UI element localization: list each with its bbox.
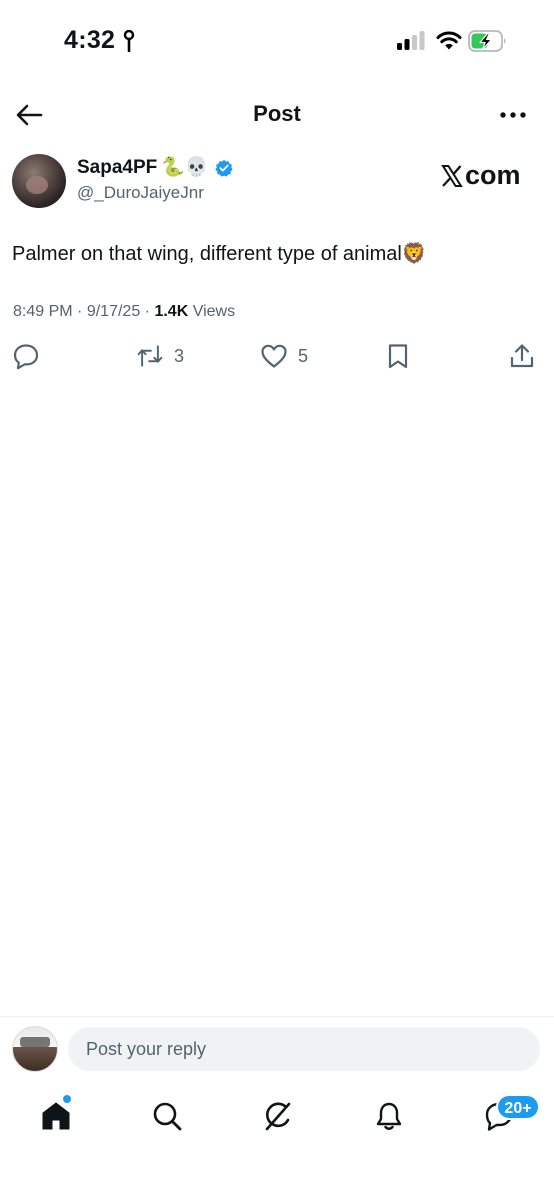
views-count: 1.4K: [154, 303, 189, 320]
repost-icon: [137, 345, 163, 367]
home-icon[interactable]: [40, 1100, 72, 1132]
grok-icon[interactable]: [262, 1100, 294, 1132]
author-name-row[interactable]: Sapa4PF 🐍💀: [77, 157, 233, 179]
my-avatar[interactable]: [12, 1026, 58, 1072]
avatar-photo-detail: [20, 1037, 50, 1047]
repost-count: 3: [174, 345, 185, 366]
search-icon[interactable]: [151, 1100, 183, 1132]
author-name-emojis: 🐍💀: [161, 157, 209, 178]
bookmark-button[interactable]: [384, 342, 422, 370]
avatar-photo-detail: [26, 176, 48, 194]
share-icon: [510, 344, 534, 368]
meta-separator: ·: [77, 303, 87, 320]
like-button[interactable]: 5: [260, 342, 308, 370]
wifi-icon: [436, 31, 462, 50]
status-time: 4:32: [64, 26, 116, 54]
composer-divider: [0, 1016, 554, 1017]
verified-badge-icon: [214, 159, 233, 177]
notifications-icon[interactable]: [373, 1100, 405, 1132]
battery-charging-icon: [468, 30, 506, 52]
x-logo-icon: [441, 164, 463, 187]
home-notification-dot: [63, 1095, 71, 1103]
reply-field[interactable]: [68, 1027, 540, 1071]
post-time: 8:49 PM: [13, 303, 73, 320]
views-label: Views: [188, 303, 236, 320]
reply-input[interactable]: [84, 1037, 540, 1061]
author-name: Sapa4PF: [77, 157, 158, 178]
xcom-watermark: com: [440, 160, 521, 191]
meta-separator: ·: [144, 303, 155, 320]
post-metadata: 8:49 PM · 9/17/25 · 1.4K Views: [13, 303, 235, 321]
bookmark-icon: [388, 344, 408, 369]
post-text: Palmer on that wing, different type of a…: [12, 243, 427, 265]
messages-badge: 20+: [496, 1094, 540, 1120]
post-date: 9/17/25: [86, 303, 141, 320]
more-options-icon[interactable]: [498, 104, 528, 126]
like-count: 5: [298, 345, 309, 366]
repost-button[interactable]: 3: [136, 342, 184, 370]
reply-button[interactable]: [12, 342, 50, 370]
cellular-signal-icon: [397, 31, 425, 50]
reply-icon: [13, 344, 39, 370]
author-handle[interactable]: @_DuroJaiyeJnr: [77, 183, 204, 203]
author-avatar[interactable]: [12, 154, 66, 208]
page-title: Post: [253, 101, 301, 126]
location-pin-icon: [123, 30, 135, 52]
xcom-text: com: [465, 160, 521, 190]
share-button[interactable]: [508, 342, 546, 370]
heart-icon: [261, 344, 287, 368]
